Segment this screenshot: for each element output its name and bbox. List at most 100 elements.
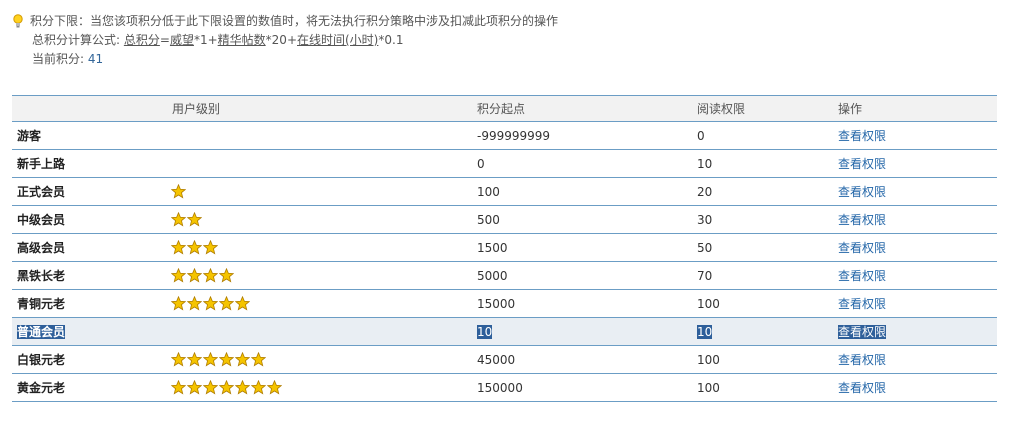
cell-level-name: 黄金元老: [12, 373, 166, 402]
table-row: 普通会员 10 10 查看权限: [12, 317, 998, 346]
star-icon: [187, 380, 202, 395]
cell-level-name: 高级会员: [12, 233, 166, 262]
start-points-value: 1500: [477, 240, 508, 255]
start-points-value: 150000: [477, 380, 523, 395]
cell-read-permission: 10: [692, 149, 834, 178]
view-permissions-link[interactable]: 查看权限: [838, 185, 886, 199]
cell-read-permission: 0: [692, 121, 834, 150]
star-icon: [203, 380, 218, 395]
cell-level-name: 白银元老: [12, 345, 166, 374]
cell-start-points: 5000: [472, 261, 693, 290]
cell-start-points: 0: [472, 149, 693, 178]
cell-action: 查看权限: [833, 121, 998, 150]
star-icon: [267, 380, 282, 395]
cell-action: 查看权限: [833, 317, 998, 346]
table-row: 高级会员 1500 50 查看权限: [12, 233, 998, 262]
level-name: 高级会员: [17, 241, 66, 255]
level-name: 白银元老: [17, 353, 66, 367]
star-icon: [203, 296, 218, 311]
star-rating: [171, 184, 187, 199]
cell-level-stars: [166, 317, 473, 346]
start-points-value: 10: [477, 324, 493, 339]
level-name: 游客: [17, 129, 42, 143]
read-permission-value: 100: [697, 352, 720, 367]
formula-total: 总积分: [123, 33, 160, 47]
cell-action: 查看权限: [833, 205, 998, 234]
formula-mid1: *1+: [193, 33, 218, 47]
star-icon: [219, 380, 234, 395]
level-name: 黑铁长老: [17, 269, 66, 283]
cell-action: 查看权限: [833, 345, 998, 374]
cell-level-stars: [166, 205, 473, 234]
cell-level-name: 游客: [12, 121, 166, 150]
view-permissions-link[interactable]: 查看权限: [838, 269, 886, 283]
star-icon: [187, 352, 202, 367]
cell-action: 查看权限: [833, 177, 998, 206]
star-icon: [171, 268, 186, 283]
star-icon: [219, 268, 234, 283]
notice-panel: 积分下限：当您该项积分低于此下限设置的数值时，将无法执行积分策略中涉及扣减此项积…: [12, 12, 992, 69]
cell-read-permission: 10: [692, 317, 834, 346]
table-row: 游客 -999999999 0 查看权限: [12, 121, 998, 150]
star-icon: [171, 212, 186, 227]
star-icon: [171, 352, 186, 367]
cell-start-points: 500: [472, 205, 693, 234]
cell-read-permission: 30: [692, 205, 834, 234]
star-icon: [235, 296, 250, 311]
formula-eq: =: [159, 33, 170, 47]
star-rating: [171, 380, 283, 395]
cell-start-points: 150000: [472, 373, 693, 402]
read-permission-value: 100: [697, 380, 720, 395]
star-icon: [219, 296, 234, 311]
star-icon: [219, 352, 234, 367]
view-permissions-link[interactable]: 查看权限: [838, 325, 887, 339]
current-points-value: 41: [87, 52, 104, 66]
star-rating: [171, 268, 235, 283]
cell-level-stars: [166, 261, 473, 290]
cell-level-stars: [166, 233, 473, 262]
cell-level-name: 黑铁长老: [12, 261, 166, 290]
view-permissions-link[interactable]: 查看权限: [838, 213, 886, 227]
cell-level-stars: [166, 177, 473, 206]
cell-level-stars: [166, 373, 473, 402]
view-permissions-link[interactable]: 查看权限: [838, 353, 886, 367]
star-icon: [203, 240, 218, 255]
header-read-permission: 阅读权限: [692, 95, 834, 122]
table-row: 白银元老 45000 100 查看权限: [12, 345, 998, 374]
level-name: 中级会员: [17, 213, 66, 227]
star-rating: [171, 212, 203, 227]
cell-read-permission: 50: [692, 233, 834, 262]
view-permissions-link[interactable]: 查看权限: [838, 297, 886, 311]
read-permission-value: 10: [697, 156, 713, 171]
table-row: 黑铁长老 5000 70 查看权限: [12, 261, 998, 290]
cell-read-permission: 100: [692, 289, 834, 318]
level-name: 黄金元老: [17, 381, 66, 395]
cell-read-permission: 70: [692, 261, 834, 290]
level-name: 正式会员: [17, 185, 66, 199]
table-row: 正式会员 100 20 查看权限: [12, 177, 998, 206]
level-name: 新手上路: [17, 157, 66, 171]
lightbulb-icon: [13, 14, 23, 28]
star-icon: [203, 352, 218, 367]
star-icon: [235, 352, 250, 367]
view-permissions-link[interactable]: 查看权限: [838, 157, 886, 171]
start-points-value: 0: [477, 156, 485, 171]
cell-read-permission: 100: [692, 373, 834, 402]
view-permissions-link[interactable]: 查看权限: [838, 241, 886, 255]
view-permissions-link[interactable]: 查看权限: [838, 381, 886, 395]
start-points-value: 5000: [477, 268, 508, 283]
star-icon: [171, 184, 186, 199]
star-icon: [203, 268, 218, 283]
star-icon: [187, 240, 202, 255]
start-points-value: 500: [477, 212, 500, 227]
cell-read-permission: 100: [692, 345, 834, 374]
star-icon: [187, 268, 202, 283]
star-icon: [235, 380, 250, 395]
formula-mid2: *20+: [265, 33, 297, 47]
formula-online: 在线时间(小时): [297, 33, 379, 47]
cell-level-stars: [166, 345, 473, 374]
level-name: 青铜元老: [17, 297, 66, 311]
view-permissions-link[interactable]: 查看权限: [838, 129, 886, 143]
star-icon: [251, 380, 266, 395]
star-icon: [171, 296, 186, 311]
